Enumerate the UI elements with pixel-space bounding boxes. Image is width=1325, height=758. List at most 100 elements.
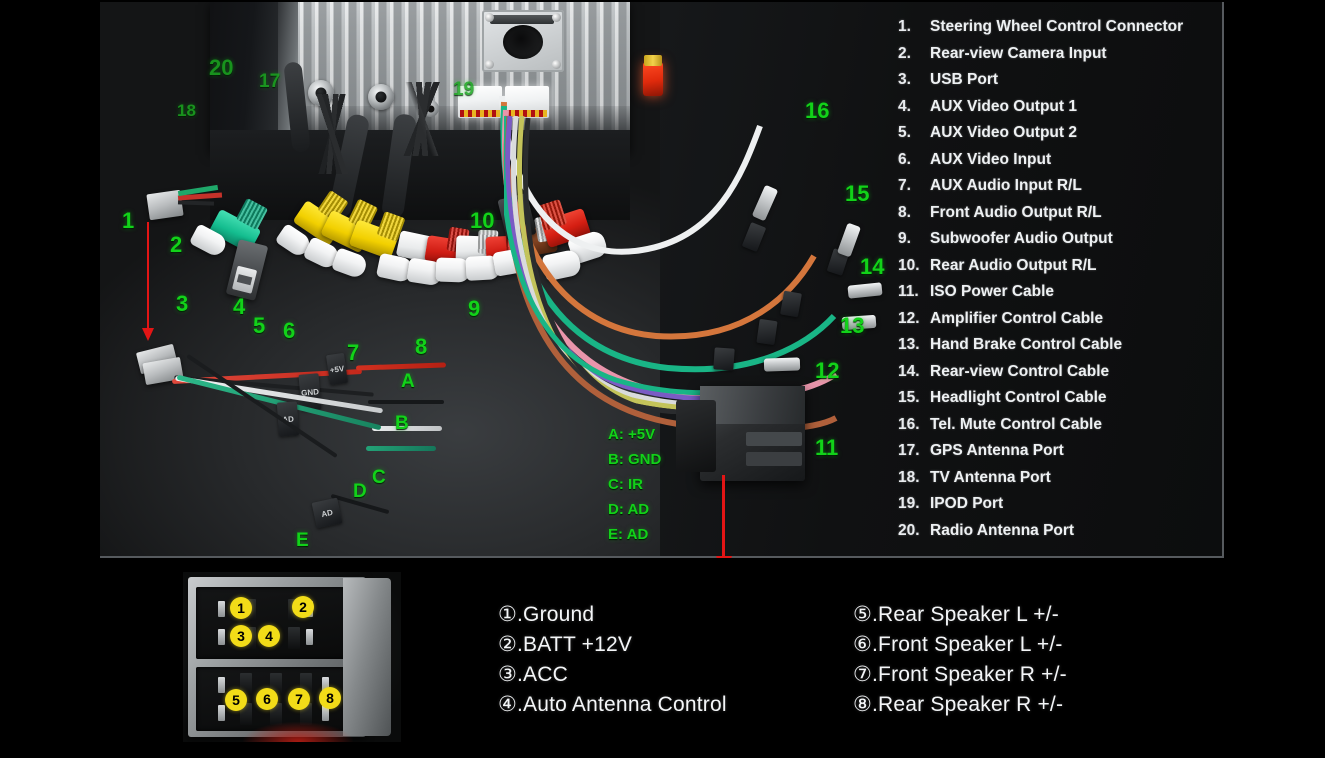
iso-pin-block <box>288 627 300 649</box>
iso-pin <box>218 601 225 617</box>
callout-12: 12 <box>815 358 840 383</box>
pin-circle-1: 1 <box>230 597 252 619</box>
pin-legend-row: ⑤.Rear Speaker L +/- <box>853 603 1059 626</box>
pin-legend-row: ④.Auto Antenna Control <box>498 693 727 716</box>
iso-pin <box>306 629 313 645</box>
spec-label: GPS Antenna Port <box>930 442 1064 459</box>
rca-yellow-tip <box>331 247 369 280</box>
callout-5: 5 <box>253 313 266 338</box>
callout-4: 4 <box>233 294 246 319</box>
iso-connector-shell: 1 2 3 4 5 6 7 8 <box>188 577 366 737</box>
pin-legend-row: ⑦.Front Speaker R +/- <box>853 663 1067 686</box>
spec-label: AUX Video Output 2 <box>930 124 1077 141</box>
pin-legend-row: ③.ACC <box>498 663 568 686</box>
fan-screw <box>552 13 561 22</box>
spec-row: 12. Amplifier Control Cable <box>898 310 1228 337</box>
spec-row: 4. AUX Video Output 1 <box>898 98 1228 125</box>
ae-legend-row: A: +5V <box>608 426 656 443</box>
fan-screw <box>485 13 494 22</box>
callout-1: 1 <box>122 208 135 233</box>
callout-2: 2 <box>170 232 183 257</box>
wire-d-teal <box>366 446 436 451</box>
fan-vent-slot <box>490 15 554 24</box>
fan-hub <box>503 25 543 60</box>
spec-label: Rear-view Camera Input <box>930 44 1107 62</box>
iso-connector-slot <box>746 432 802 446</box>
usb-mouth <box>231 265 258 294</box>
spec-label: AUX Audio Input R/L <box>930 177 1082 194</box>
callout-10: 10 <box>470 208 495 233</box>
callout-b: B <box>395 413 409 434</box>
callout-d: D <box>353 481 367 502</box>
pin-legend-column-2: ⑤.Rear Speaker L +/- ⑥.Front Speaker L +… <box>853 600 1067 720</box>
pin-circle-8: 8 <box>319 687 341 709</box>
callout-16: 16 <box>805 98 830 123</box>
iso-pin <box>218 629 225 645</box>
callout-6: 6 <box>283 318 296 343</box>
callout-8: 8 <box>415 334 428 359</box>
spec-label: ISO Power Cable <box>930 283 1055 300</box>
spec-row: 15. Headlight Control Cable <box>898 389 1228 416</box>
iso-connector-side-body <box>343 578 391 736</box>
iso-pin <box>218 705 225 721</box>
spec-number: 17. <box>898 442 920 459</box>
pin-legend-row: ②.BATT +12V <box>498 633 633 656</box>
callout-11: 11 <box>815 435 839 460</box>
wire-b-black <box>368 400 444 404</box>
spec-row: 10. Rear Audio Output R/L <box>898 257 1228 284</box>
arrow-swc-line <box>147 222 149 330</box>
iso-connector-slot <box>746 452 802 466</box>
callout-19: 19 <box>453 79 475 100</box>
spec-row: 9. Subwoofer Audio Output <box>898 230 1228 257</box>
bullet-terminal[interactable] <box>763 357 801 372</box>
spec-row: 17. GPS Antenna Port <box>898 442 1228 469</box>
spec-number: 1. <box>898 18 911 35</box>
spec-number: 12. <box>898 309 920 327</box>
spec-number: 13. <box>898 336 920 353</box>
spec-number: 19. <box>898 495 920 512</box>
pin-legend-row: ⑥.Front Speaker L +/- <box>853 633 1063 656</box>
wire-a-red <box>355 362 447 371</box>
spec-row: 7. AUX Audio Input R/L <box>898 177 1228 204</box>
callout-a: A <box>401 371 415 392</box>
spec-number: 7. <box>898 177 911 194</box>
spec-number: 15. <box>898 389 920 406</box>
spec-number: 5. <box>898 124 911 141</box>
swc-black-wire <box>177 200 215 206</box>
spec-label: TV Antenna Port <box>930 468 1051 486</box>
pin-circle-7: 7 <box>288 688 310 710</box>
iso-connector-photo: 1 2 3 4 5 6 7 8 <box>183 572 401 742</box>
spec-label: AUX Video Input <box>930 150 1052 168</box>
ae-legend-row: C: IR <box>608 476 643 493</box>
spec-label: Front Audio Output R/L <box>930 203 1102 221</box>
spec-row: 5. AUX Video Output 2 <box>898 124 1228 151</box>
pin-circle-4: 4 <box>258 625 280 647</box>
callout-15: 15 <box>845 181 870 206</box>
callout-14: 14 <box>860 254 885 279</box>
spec-row: 3. USB Port <box>898 71 1228 98</box>
wire-tag-ad: AD <box>311 497 343 529</box>
pin-circle-5: 5 <box>225 689 247 711</box>
spec-number: 9. <box>898 230 911 247</box>
spec-row: 14. Rear-view Control Cable <box>898 363 1228 390</box>
spec-label: USB Port <box>930 71 999 88</box>
spec-row: 2. Rear-view Camera Input <box>898 45 1228 72</box>
spec-number: 14. <box>898 362 920 380</box>
spec-number: 16. <box>898 415 920 433</box>
pin-circle-2: 2 <box>292 596 314 618</box>
spec-label: IPOD Port <box>930 495 1004 512</box>
spec-label: Subwoofer Audio Output <box>930 230 1113 247</box>
spec-label: Amplifier Control Cable <box>930 309 1104 327</box>
pin-circle-6: 6 <box>256 688 278 710</box>
ae-legend-row: E: AD <box>608 526 649 543</box>
callout-e: E <box>296 530 309 551</box>
spec-row: 8. Front Audio Output R/L <box>898 204 1228 231</box>
callout-17: 17 <box>259 71 281 92</box>
iso-power-wire-bundle <box>504 115 734 414</box>
fan-screw <box>552 60 561 69</box>
iso-connector-body <box>676 400 716 472</box>
iso-pin <box>218 677 225 693</box>
spec-number: 2. <box>898 44 911 62</box>
spec-label: Rear-view Control Cable <box>930 362 1110 380</box>
usb-port-connector[interactable] <box>225 239 269 301</box>
